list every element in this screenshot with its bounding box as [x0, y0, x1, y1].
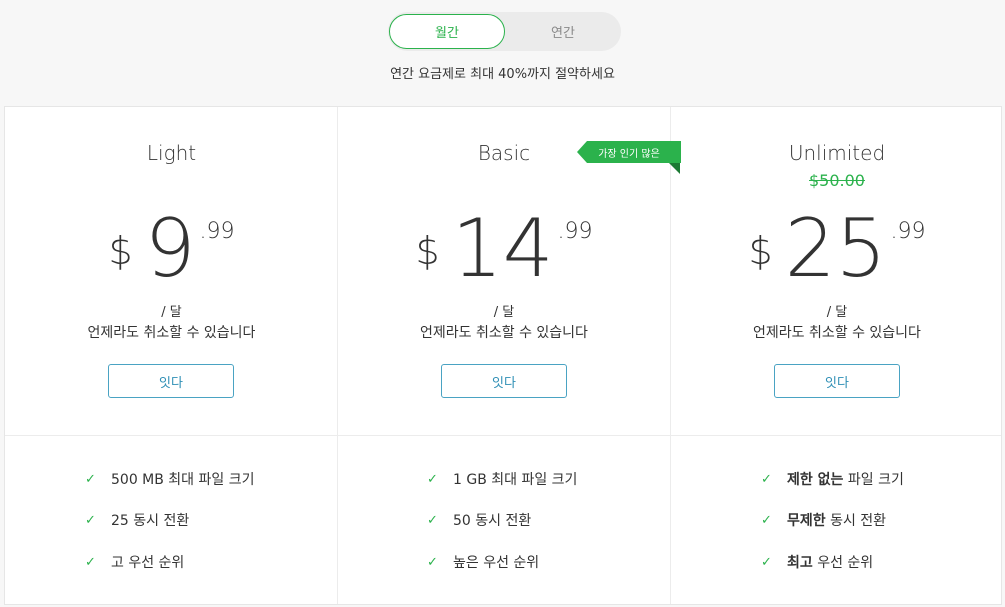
- plan-card-unlimited: Unlimited $50.00 $ 25 .99 / 달 언제라도 취소할 수…: [670, 107, 1003, 604]
- check-icon: ✓: [85, 512, 96, 528]
- feature-item: ✓ 1 GB 최대 파일 크기: [427, 469, 577, 489]
- feature-text: 500 MB 최대 파일 크기: [111, 472, 255, 488]
- plan-card-basic: Basic $ 14 .99 / 달 언제라도 취소할 수 있습니다 잇다 ✓ …: [337, 107, 670, 604]
- check-icon: ✓: [427, 554, 438, 570]
- check-icon: ✓: [427, 471, 438, 487]
- check-icon: ✓: [761, 512, 772, 528]
- feature-item: ✓ 고 우선 순위: [85, 552, 184, 572]
- cancel-note: 언제라도 취소할 수 있습니다: [753, 325, 921, 341]
- feature-item: ✓ 제한 없는 파일 크기: [761, 469, 904, 489]
- price-cents: .99: [890, 219, 926, 244]
- plan-name: Light: [146, 141, 197, 165]
- subscribe-button-basic[interactable]: 잇다: [441, 364, 567, 398]
- price-cents: .99: [199, 219, 235, 244]
- check-icon: ✓: [85, 554, 96, 570]
- feature-text: 무제한 동시 전환: [787, 513, 887, 529]
- feature-text: 25 동시 전환: [111, 513, 190, 529]
- feature-item: ✓ 높은 우선 순위: [427, 552, 539, 572]
- pricing-table: Light $ 9 .99 / 달 언제라도 취소할 수 있습니다 잇다 ✓ 5…: [4, 106, 1002, 605]
- feature-text: 높은 우선 순위: [453, 555, 540, 571]
- feature-text: 최고 우선 순위: [787, 555, 874, 571]
- feature-text: 고 우선 순위: [111, 555, 185, 571]
- cancel-note: 언제라도 취소할 수 있습니다: [87, 325, 256, 341]
- plan-name: Unlimited: [788, 141, 886, 165]
- most-popular-ribbon: 가장 인기 많은: [577, 141, 681, 163]
- currency-symbol: $: [748, 229, 773, 273]
- savings-note: 연간 요금제로 최대 40%까지 절약하세요: [390, 67, 615, 82]
- currency-symbol: $: [415, 229, 440, 273]
- plan-price: $ 9 .99: [5, 209, 338, 289]
- plan-card-light: Light $ 9 .99 / 달 언제라도 취소할 수 있습니다 잇다 ✓ 5…: [5, 107, 338, 604]
- cancel-note: 언제라도 취소할 수 있습니다: [420, 325, 588, 341]
- monthly-toggle-option[interactable]: 월간: [389, 14, 505, 49]
- yearly-toggle-option[interactable]: 연간: [505, 12, 621, 51]
- feature-item: ✓ 50 동시 전환: [427, 510, 531, 530]
- feature-item: ✓ 25 동시 전환: [85, 510, 189, 530]
- price-cents: .99: [557, 219, 593, 244]
- feature-text: 1 GB 최대 파일 크기: [453, 472, 578, 488]
- feature-item: ✓ 500 MB 최대 파일 크기: [85, 469, 255, 489]
- plan-price: $ 14 .99: [338, 209, 670, 289]
- feature-item: ✓ 최고 우선 순위: [761, 552, 873, 572]
- price-main: 9: [144, 202, 196, 295]
- billing-toggle: 월간 연간: [388, 12, 621, 51]
- price-main: 14: [451, 202, 554, 295]
- feature-text: 50 동시 전환: [453, 513, 532, 529]
- billing-period: / 달: [493, 305, 515, 320]
- currency-symbol: $: [108, 229, 133, 273]
- feature-item: ✓ 무제한 동시 전환: [761, 510, 886, 530]
- subscribe-button-light[interactable]: 잇다: [108, 364, 234, 398]
- plan-price: $ 25 .99: [671, 209, 1003, 289]
- check-icon: ✓: [761, 554, 772, 570]
- ribbon-fold: [669, 163, 680, 174]
- billing-period: / 달: [161, 305, 182, 320]
- check-icon: ✓: [85, 471, 96, 487]
- subscribe-button-unlimited[interactable]: 잇다: [774, 364, 900, 398]
- price-main: 25: [784, 202, 887, 295]
- check-icon: ✓: [427, 512, 438, 528]
- billing-period: / 달: [826, 305, 848, 320]
- original-price: $50.00: [809, 171, 865, 190]
- feature-text: 제한 없는 파일 크기: [787, 472, 904, 488]
- check-icon: ✓: [761, 471, 772, 487]
